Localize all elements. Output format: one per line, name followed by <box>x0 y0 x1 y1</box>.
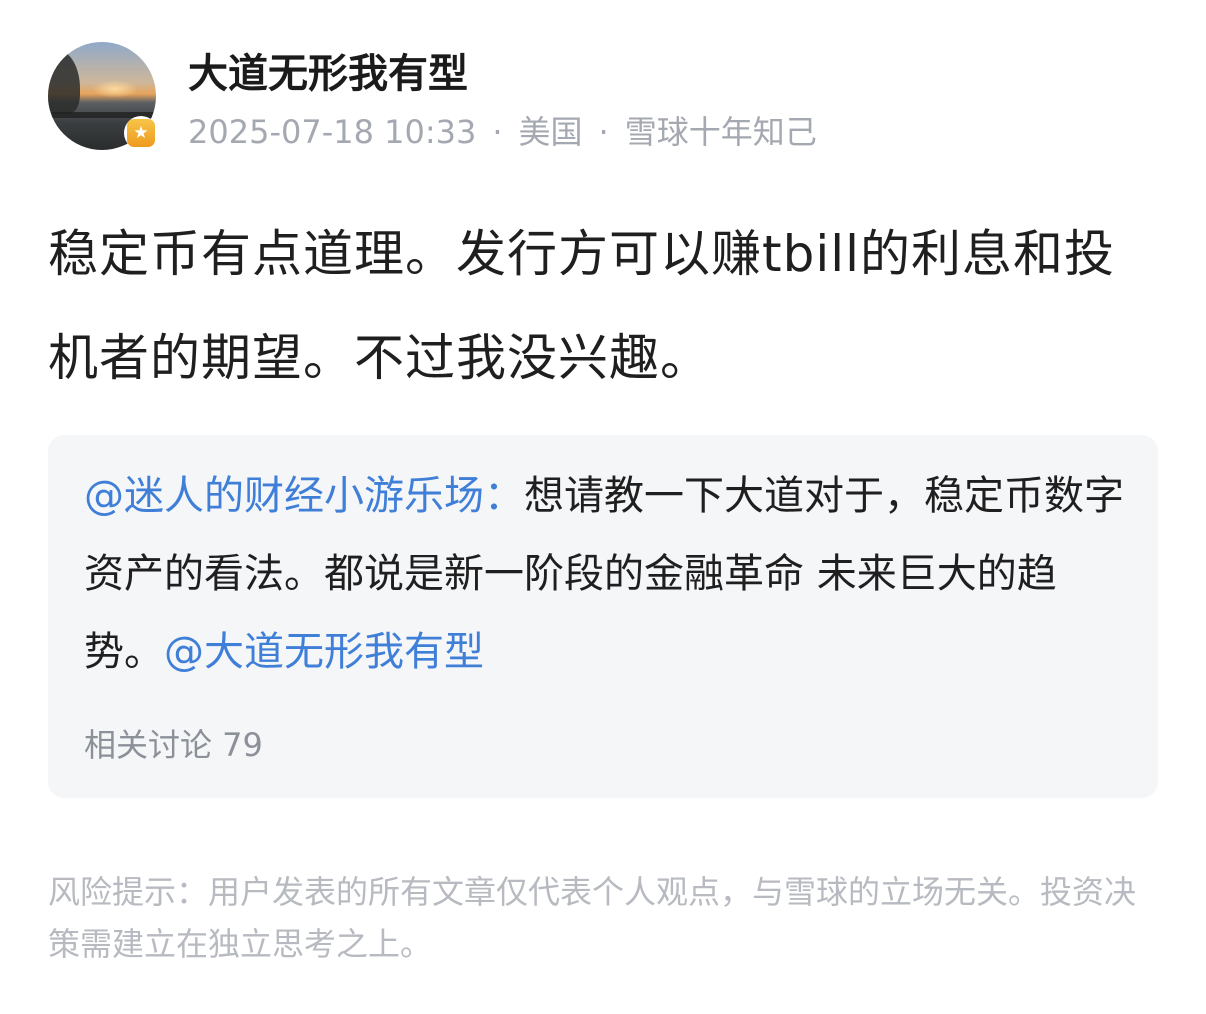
post-location: 美国 <box>518 113 583 151</box>
post-content: 稳定币有点道理。发行方可以赚tbill的利息和投机者的期望。不过我没兴趣。 <box>48 225 1116 387</box>
post-meta: 2025-07-18 10:33 · 美国 · 雪球十年知己 <box>188 110 817 154</box>
quoted-post-text: @迷人的财经小游乐场：想请教一下大道对于，稳定币数字资产的看法。都说是新一阶段的… <box>84 457 1124 691</box>
author-name[interactable]: 大道无形我有型 <box>188 46 468 102</box>
quoted-post-card[interactable]: @迷人的财经小游乐场：想请教一下大道对于，稳定币数字资产的看法。都说是新一阶段的… <box>48 435 1158 798</box>
post-header: ★ 大道无形我有型 2025-07-18 10:33 · 美国 · 雪球十年知己 <box>48 42 1158 154</box>
related-discussions-link[interactable]: 相关讨论 79 <box>84 721 263 769</box>
author-avatar[interactable]: ★ <box>48 42 158 150</box>
quote-trailing-mention[interactable]: @大道无形我有型 <box>164 629 484 675</box>
badge-star: ★ <box>127 119 155 147</box>
post-timestamp: 2025-07-18 10:33 <box>188 113 477 151</box>
avatar-tree-silhouette <box>48 50 80 114</box>
avatar-sunset-glow <box>92 80 138 98</box>
meta-separator: · <box>492 113 503 151</box>
author-tag: 雪球十年知己 <box>624 113 817 151</box>
risk-notice: 风险提示：用户发表的所有文章仅代表个人观点，与雪球的立场无关。投资决策需建立在独… <box>48 873 1137 963</box>
quote-author-mention[interactable]: @迷人的财经小游乐场： <box>84 473 524 519</box>
meta-separator: · <box>598 113 609 151</box>
star-badge-icon: ★ <box>124 116 158 150</box>
